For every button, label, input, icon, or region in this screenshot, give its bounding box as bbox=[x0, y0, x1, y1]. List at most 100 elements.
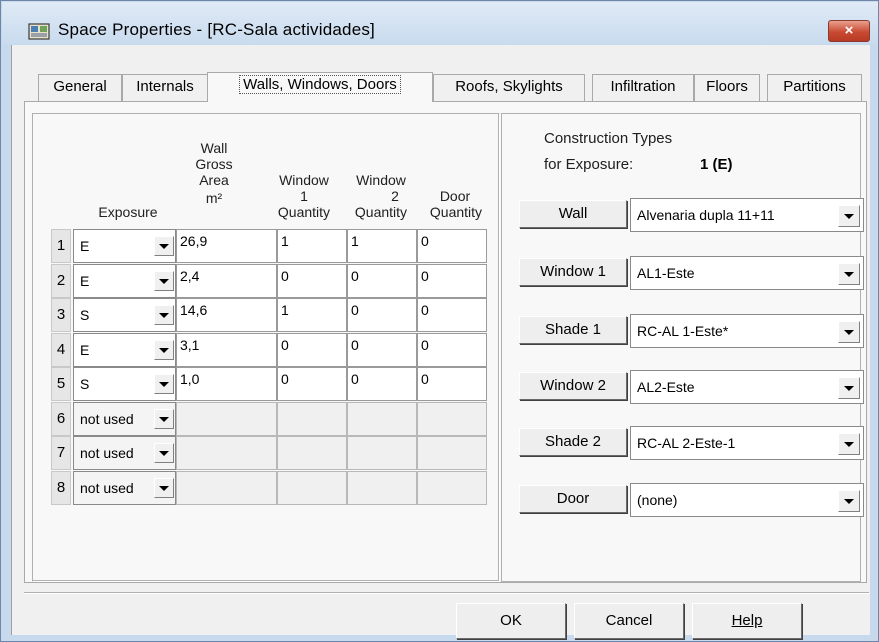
area-cell[interactable]: 26,9 bbox=[176, 229, 277, 263]
win2-cell[interactable]: 0 bbox=[347, 367, 417, 401]
tab-internals[interactable]: Internals bbox=[122, 74, 208, 101]
help-button[interactable]: Help bbox=[692, 603, 802, 639]
chevron-down-icon[interactable] bbox=[154, 478, 174, 498]
win2-cell[interactable]: 0 bbox=[347, 298, 417, 332]
door-select[interactable]: (none) bbox=[630, 483, 864, 517]
tab-floors[interactable]: Floors bbox=[694, 74, 760, 101]
door-cell bbox=[417, 471, 487, 505]
door-cell[interactable]: 0 bbox=[417, 367, 487, 401]
construction-value: Alvenaria dupla 11+11 bbox=[637, 207, 775, 223]
win1-cell bbox=[277, 402, 347, 436]
exposure-label: for Exposure: bbox=[544, 156, 634, 173]
tab-partitions[interactable]: Partitions bbox=[767, 74, 862, 101]
exposure-value: not used bbox=[80, 480, 134, 496]
shade-2-button[interactable]: Shade 2 bbox=[519, 428, 627, 456]
win2-cell[interactable]: 0 bbox=[347, 333, 417, 367]
shade-1-select[interactable]: RC-AL 1-Este* bbox=[630, 314, 864, 348]
chevron-down-icon[interactable] bbox=[838, 263, 860, 285]
door-button[interactable]: Door bbox=[519, 485, 627, 513]
chevron-down-icon[interactable] bbox=[838, 433, 860, 455]
chevron-down-icon[interactable] bbox=[838, 490, 860, 512]
exposure-select[interactable]: not used bbox=[73, 402, 176, 436]
area-cell bbox=[176, 402, 277, 436]
chevron-down-icon[interactable] bbox=[154, 236, 174, 256]
chevron-down-icon[interactable] bbox=[154, 374, 174, 394]
win2-cell[interactable]: 1 bbox=[347, 229, 417, 263]
construction-value: AL2-Este bbox=[637, 379, 695, 395]
tab-strip: General Internals Walls, Windows, Doors … bbox=[24, 72, 869, 102]
header-area-2: Gross bbox=[195, 156, 233, 172]
exposure-select[interactable]: E bbox=[73, 229, 176, 263]
exposure-select[interactable]: E bbox=[73, 333, 176, 367]
tab-walls-windows-doors[interactable]: Walls, Windows, Doors bbox=[207, 72, 433, 102]
area-cell[interactable]: 14,6 bbox=[176, 298, 277, 332]
row-number: 6 bbox=[51, 402, 71, 436]
header-window1-3: Quantity bbox=[277, 204, 331, 220]
wall-button[interactable]: Wall bbox=[519, 200, 627, 228]
ok-button[interactable]: OK bbox=[456, 603, 566, 639]
chevron-down-icon[interactable] bbox=[154, 305, 174, 325]
exposure-value: E bbox=[80, 342, 90, 358]
separator bbox=[24, 592, 869, 594]
window-1-button[interactable]: Window 1 bbox=[519, 258, 627, 286]
win1-cell[interactable]: 1 bbox=[277, 229, 347, 263]
construction-heading: Construction Types bbox=[544, 130, 673, 147]
row-number: 5 bbox=[51, 367, 71, 401]
help-label: Help bbox=[731, 612, 763, 629]
win1-cell[interactable]: 0 bbox=[277, 333, 347, 367]
window-2-select[interactable]: AL2-Este bbox=[630, 370, 864, 404]
row-number: 3 bbox=[51, 298, 71, 332]
exposure-select[interactable]: S bbox=[73, 367, 176, 401]
tab-infiltration[interactable]: Infiltration bbox=[592, 74, 694, 101]
area-cell[interactable]: 1,0 bbox=[176, 367, 277, 401]
chevron-down-icon[interactable] bbox=[154, 443, 174, 463]
exposure-select[interactable]: S bbox=[73, 298, 176, 332]
chevron-down-icon[interactable] bbox=[154, 340, 174, 360]
exposure-value: S bbox=[80, 307, 90, 323]
win2-cell bbox=[347, 436, 417, 470]
door-cell[interactable]: 0 bbox=[417, 264, 487, 298]
area-cell bbox=[176, 471, 277, 505]
area-cell[interactable]: 3,1 bbox=[176, 333, 277, 367]
exposure-select[interactable]: E bbox=[73, 264, 176, 298]
row-number: 2 bbox=[51, 264, 71, 298]
window-1-select[interactable]: AL1-Este bbox=[630, 256, 864, 290]
chevron-down-icon[interactable] bbox=[838, 377, 860, 399]
chevron-down-icon[interactable] bbox=[838, 205, 860, 227]
row-number: 4 bbox=[51, 333, 71, 367]
win1-cell bbox=[277, 471, 347, 505]
win2-cell bbox=[347, 402, 417, 436]
exposure-value: S bbox=[80, 376, 90, 392]
chevron-down-icon[interactable] bbox=[838, 321, 860, 343]
door-cell[interactable]: 0 bbox=[417, 229, 487, 263]
shade-1-button[interactable]: Shade 1 bbox=[519, 316, 627, 344]
shade-2-select[interactable]: RC-AL 2-Este-1 bbox=[630, 426, 864, 460]
win2-cell[interactable]: 0 bbox=[347, 264, 417, 298]
area-cell[interactable]: 2,4 bbox=[176, 264, 277, 298]
wall-select[interactable]: Alvenaria dupla 11+11 bbox=[630, 198, 864, 232]
title-bar[interactable]: Space Properties - [RC-Sala actividades]… bbox=[2, 2, 878, 44]
cancel-button[interactable]: Cancel bbox=[574, 603, 684, 639]
win1-cell[interactable]: 0 bbox=[277, 367, 347, 401]
chevron-down-icon[interactable] bbox=[154, 409, 174, 429]
exposure-value: not used bbox=[80, 445, 134, 461]
exposure-select[interactable]: not used bbox=[73, 436, 176, 470]
header-area-1: Wall bbox=[200, 140, 228, 156]
tab-roofs-skylights[interactable]: Roofs, Skylights bbox=[433, 74, 585, 101]
win2-cell bbox=[347, 471, 417, 505]
construction-value: AL1-Este bbox=[637, 265, 695, 281]
app-icon bbox=[28, 23, 50, 40]
construction-value: (none) bbox=[637, 492, 678, 508]
door-cell[interactable]: 0 bbox=[417, 298, 487, 332]
win1-cell[interactable]: 1 bbox=[277, 298, 347, 332]
close-icon[interactable]: × bbox=[828, 20, 870, 42]
win1-cell[interactable]: 0 bbox=[277, 264, 347, 298]
exposure-select[interactable]: not used bbox=[73, 471, 176, 505]
tab-general[interactable]: General bbox=[38, 74, 122, 101]
construction-value: RC-AL 2-Este-1 bbox=[637, 435, 736, 451]
door-cell[interactable]: 0 bbox=[417, 333, 487, 367]
chevron-down-icon[interactable] bbox=[154, 271, 174, 291]
window-title: Space Properties - [RC-Sala actividades] bbox=[58, 20, 375, 39]
window-2-button[interactable]: Window 2 bbox=[519, 372, 627, 400]
header-window1-1: Window bbox=[279, 172, 329, 188]
